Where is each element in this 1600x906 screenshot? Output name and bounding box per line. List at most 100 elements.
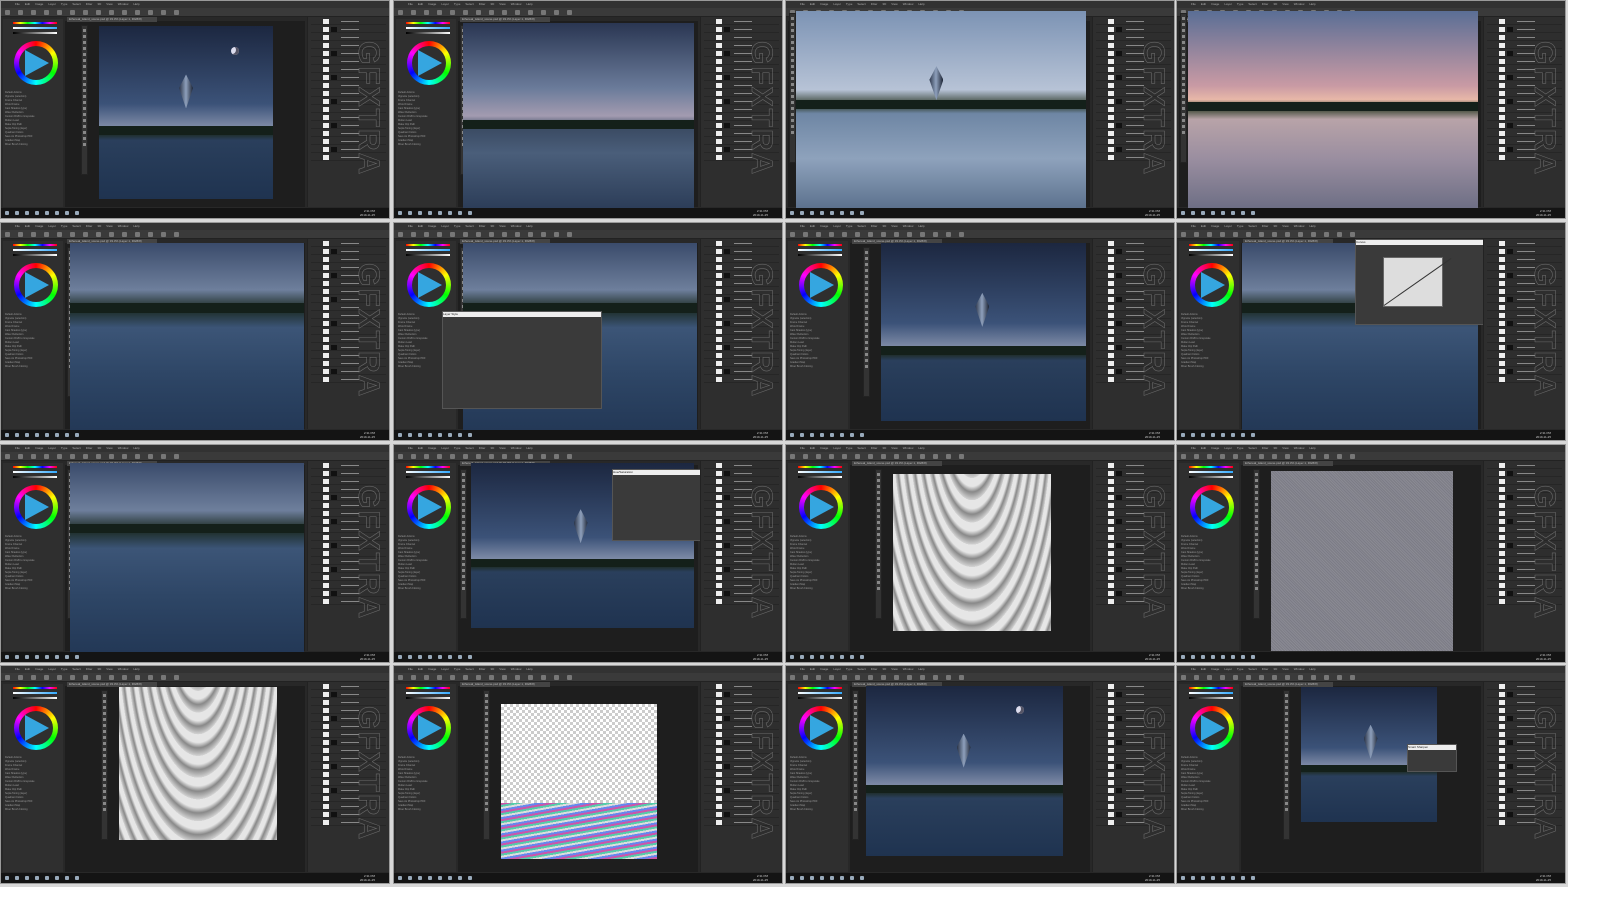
option-icon[interactable] — [790, 454, 795, 459]
slider[interactable] — [1189, 254, 1233, 256]
color-sliders[interactable] — [798, 687, 842, 702]
layer-row[interactable] — [1487, 683, 1562, 690]
option-icon[interactable] — [109, 10, 114, 15]
option-icon[interactable] — [174, 232, 179, 237]
tool-icon[interactable] — [485, 772, 488, 775]
color-sliders[interactable] — [798, 244, 842, 259]
option-icon[interactable] — [96, 10, 101, 15]
taskbar-icon[interactable] — [458, 876, 462, 880]
layer-row[interactable] — [704, 691, 779, 698]
color-triangle[interactable] — [418, 272, 442, 298]
option-icon[interactable] — [122, 10, 127, 15]
menu-image[interactable]: Image — [820, 446, 828, 450]
tool-icon[interactable] — [1255, 581, 1258, 584]
canvas-image[interactable] — [881, 243, 1086, 421]
option-icon[interactable] — [1285, 232, 1290, 237]
slider[interactable] — [406, 22, 450, 24]
menu-filter[interactable]: Filter — [86, 667, 93, 671]
taskbar-icon[interactable] — [790, 655, 794, 659]
tool-icon[interactable] — [485, 706, 488, 709]
taskbar-icon[interactable] — [800, 211, 804, 215]
option-icon[interactable] — [5, 675, 10, 680]
tool-icon[interactable] — [1285, 700, 1288, 703]
option-icon[interactable] — [1298, 675, 1303, 680]
taskbar-icon[interactable] — [1241, 876, 1245, 880]
option-icon[interactable] — [1220, 675, 1225, 680]
menu-3d[interactable]: 3D — [1273, 667, 1277, 671]
taskbar-icon[interactable] — [840, 655, 844, 659]
menu-layer[interactable]: Layer — [833, 224, 841, 228]
taskbar-icon[interactable] — [1221, 211, 1225, 215]
tool-icon[interactable] — [1255, 491, 1258, 494]
option-icon[interactable] — [18, 10, 23, 15]
menu-filter[interactable]: Filter — [479, 224, 486, 228]
taskbar-icon[interactable] — [1181, 876, 1185, 880]
tool-icon[interactable] — [83, 77, 86, 80]
layer-row[interactable] — [704, 34, 779, 41]
tool-icon[interactable] — [103, 796, 106, 799]
tool-icon[interactable] — [791, 83, 794, 86]
tool-icon[interactable] — [1182, 29, 1185, 32]
option-icon[interactable] — [790, 232, 795, 237]
taskbar-icon[interactable] — [438, 876, 442, 880]
layer-row[interactable] — [1096, 26, 1171, 33]
option-icon[interactable] — [515, 454, 520, 459]
option-icon[interactable] — [489, 454, 494, 459]
taskbar-icon[interactable] — [1251, 433, 1255, 437]
color-sliders[interactable] — [13, 466, 57, 481]
menu-image[interactable]: Image — [35, 2, 43, 6]
tool-icon[interactable] — [1255, 551, 1258, 554]
menu-view[interactable]: View — [106, 224, 112, 228]
tool-icon[interactable] — [865, 353, 868, 356]
option-icon[interactable] — [920, 232, 925, 237]
menu-file[interactable]: File — [1191, 224, 1196, 228]
layer-row[interactable] — [704, 470, 779, 477]
tool-icon[interactable] — [1285, 742, 1288, 745]
tool-icon[interactable] — [854, 790, 857, 793]
tool-icon[interactable] — [1182, 71, 1185, 74]
option-icon[interactable] — [881, 454, 886, 459]
menu-help[interactable]: Help — [1309, 446, 1315, 450]
option-icon[interactable] — [933, 232, 938, 237]
tool-icon[interactable] — [1182, 41, 1185, 44]
tool-icon[interactable] — [865, 269, 868, 272]
taskbar-icon[interactable] — [55, 211, 59, 215]
tool-icon[interactable] — [83, 95, 86, 98]
canvas-image[interactable] — [463, 23, 694, 209]
menu-image[interactable]: Image — [428, 667, 436, 671]
option-icon[interactable] — [18, 454, 23, 459]
tool-icon[interactable] — [83, 47, 86, 50]
taskbar-icon[interactable] — [1221, 876, 1225, 880]
taskbar-icon[interactable] — [790, 211, 794, 215]
option-icon[interactable] — [1246, 675, 1251, 680]
taskbar-icon[interactable] — [458, 655, 462, 659]
option-icon[interactable] — [476, 454, 481, 459]
slider[interactable] — [1189, 471, 1233, 473]
taskbar-icon[interactable] — [1241, 433, 1245, 437]
taskbar-icon[interactable] — [458, 433, 462, 437]
taskbar-icon[interactable] — [468, 655, 472, 659]
color-sliders[interactable] — [406, 687, 450, 702]
tool-icon[interactable] — [1285, 754, 1288, 757]
canvas-image[interactable] — [1271, 471, 1453, 651]
menu-view[interactable]: View — [891, 2, 897, 6]
layer-row[interactable] — [704, 683, 779, 690]
tool-icon[interactable] — [1182, 47, 1185, 50]
menu-select[interactable]: Select — [465, 667, 473, 671]
taskbar-icon[interactable] — [75, 655, 79, 659]
option-icon[interactable] — [135, 10, 140, 15]
menu-help[interactable]: Help — [918, 224, 924, 228]
menu-window[interactable]: Window — [1294, 667, 1305, 671]
tool-icon[interactable] — [877, 491, 880, 494]
tool-icon[interactable] — [854, 706, 857, 709]
option-icon[interactable] — [174, 10, 179, 15]
option-icon[interactable] — [83, 232, 88, 237]
document-tab[interactable]: Ethereal_island_scene.psd @ 33.3% (Layer… — [460, 17, 550, 22]
menu-layer[interactable]: Layer — [833, 667, 841, 671]
option-icon[interactable] — [57, 10, 62, 15]
canvas-image[interactable] — [70, 243, 304, 431]
menu-view[interactable]: View — [499, 224, 505, 228]
option-icon[interactable] — [424, 454, 429, 459]
color-sliders[interactable] — [798, 466, 842, 481]
menu-filter[interactable]: Filter — [1262, 2, 1269, 6]
